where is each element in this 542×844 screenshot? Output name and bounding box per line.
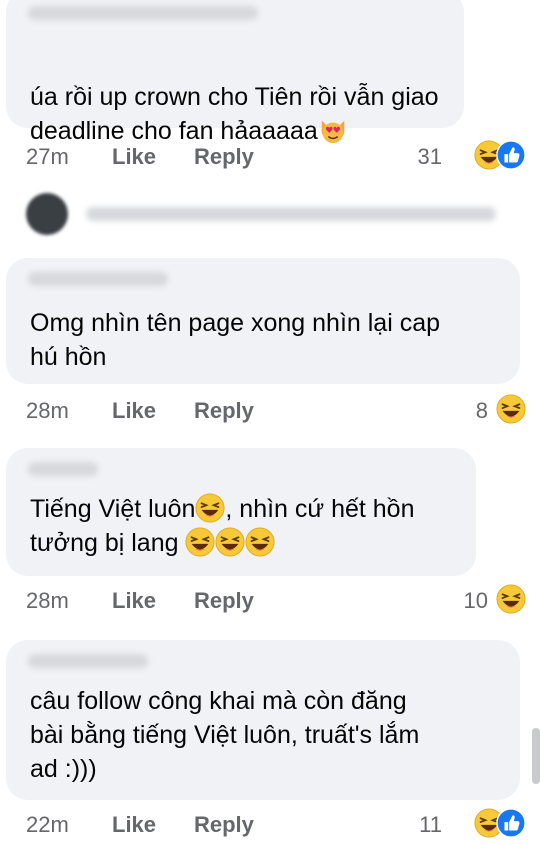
- haha-icon: [496, 394, 526, 424]
- reaction-count[interactable]: 11: [419, 812, 442, 838]
- reaction-count[interactable]: 10: [464, 588, 488, 614]
- laughing-emoji-icon: [195, 493, 225, 523]
- comment-meta-3: 28m Like Reply 10: [26, 584, 526, 618]
- reactions[interactable]: [474, 140, 526, 170]
- laughing-emoji-icon: [185, 527, 215, 557]
- like-icon: [496, 808, 526, 838]
- comment-bubble-2: Omg nhìn tên page xong nhìn lại cap hú h…: [6, 258, 520, 384]
- comment-time[interactable]: 28m: [26, 398, 69, 424]
- laughing-emoji-icon: [215, 527, 245, 557]
- comment-bubble-3: Tiếng Việt luôn, nhìn cứ hết hồn tưởng b…: [6, 448, 476, 576]
- like-button[interactable]: Like: [112, 812, 156, 838]
- comment-text-3: Tiếng Việt luôn, nhìn cứ hết hồn tưởng b…: [30, 493, 415, 557]
- like-button[interactable]: Like: [112, 144, 156, 170]
- comment-time[interactable]: 22m: [26, 812, 69, 838]
- comment-author-4[interactable]: [28, 654, 148, 668]
- scrollbar[interactable]: [532, 728, 540, 784]
- comment-meta-4: 22m Like Reply 11: [26, 808, 526, 842]
- reaction-count[interactable]: 31: [418, 144, 442, 170]
- avatar[interactable]: [26, 193, 68, 235]
- reactions[interactable]: [474, 808, 526, 838]
- comment-meta-2: 28m Like Reply 8: [26, 394, 526, 428]
- comment-text-4: câu follow công khai mà còn đăng bài bằn…: [30, 687, 420, 783]
- reactions[interactable]: [496, 584, 526, 614]
- laughing-emoji-icon: [245, 527, 275, 557]
- reactions[interactable]: [496, 394, 526, 424]
- comment-text-2: Omg nhìn tên page xong nhìn lại cap hú h…: [30, 309, 441, 371]
- reply-button[interactable]: Reply: [194, 398, 254, 424]
- like-button[interactable]: Like: [112, 588, 156, 614]
- comment-text-1: úa rồi up crown cho Tiên rồi vẫn giao de…: [30, 83, 439, 145]
- haha-icon: [496, 584, 526, 614]
- like-button[interactable]: Like: [112, 398, 156, 424]
- comment-author-3[interactable]: [28, 462, 98, 476]
- comment-time[interactable]: 27m: [26, 144, 69, 170]
- comment-author-2[interactable]: [28, 272, 168, 286]
- comment-bubble-4: câu follow công khai mà còn đăng bài bằn…: [6, 640, 520, 800]
- comment-bubble-1: úa rồi up crown cho Tiên rồi vẫn giao de…: [6, 0, 464, 145]
- like-icon: [496, 140, 526, 170]
- reply-button[interactable]: Reply: [194, 144, 254, 170]
- reply-summary[interactable]: [86, 207, 496, 221]
- comment-author-1[interactable]: [28, 6, 258, 20]
- comment-meta-1: 27m Like Reply 31: [26, 140, 526, 174]
- reply-button[interactable]: Reply: [194, 812, 254, 838]
- comment-time[interactable]: 28m: [26, 588, 69, 614]
- reaction-count[interactable]: 8: [476, 398, 488, 424]
- reply-button[interactable]: Reply: [194, 588, 254, 614]
